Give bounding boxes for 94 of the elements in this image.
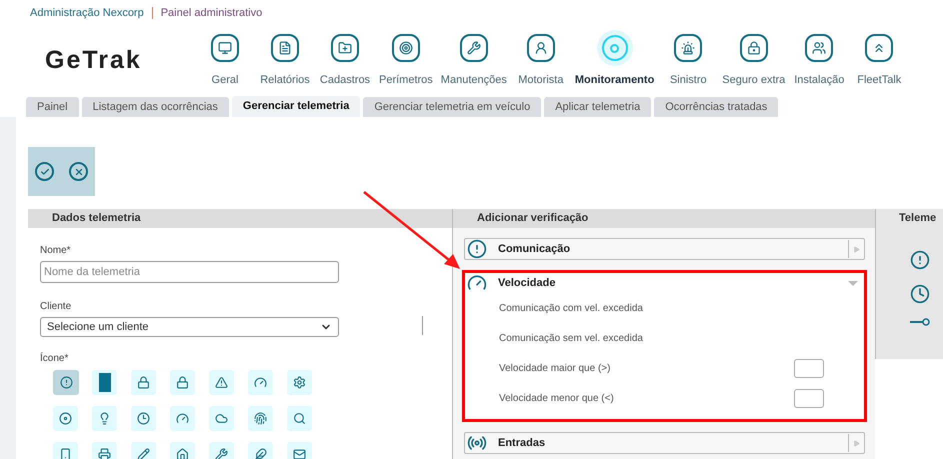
icon-option[interactable] <box>53 370 79 395</box>
nav-item[interactable]: Perímetros <box>375 30 437 88</box>
nav-item[interactable]: Sinistro <box>658 30 718 88</box>
icon-option[interactable] <box>209 406 234 431</box>
symbol-icon <box>176 448 189 459</box>
nav-item[interactable]: Manutenções <box>436 30 511 88</box>
caret-icon <box>853 440 860 446</box>
nav-icon <box>865 34 894 62</box>
check-icon <box>40 166 50 176</box>
nav-icon <box>460 34 488 62</box>
nav-icon <box>211 34 239 62</box>
field-label: Nome* <box>40 244 72 258</box>
icon-option[interactable] <box>287 406 312 431</box>
nav-item[interactable]: Geral <box>195 30 255 88</box>
icon-option[interactable] <box>209 370 234 395</box>
tab[interactable]: Gerenciar telemetria <box>232 96 360 117</box>
symbol-icon <box>176 376 189 389</box>
symbol-icon <box>254 376 267 389</box>
symbol-icon <box>293 448 306 459</box>
panel-title: Teleme <box>899 211 936 226</box>
name-field[interactable]: Nome da telemetria <box>40 261 339 283</box>
field-label: Ícone* <box>40 351 70 366</box>
alert-icon <box>910 250 930 270</box>
icon-option[interactable] <box>92 406 117 431</box>
caret-icon <box>848 280 858 286</box>
nav-item[interactable]: Cadastros <box>315 30 375 88</box>
tab[interactable]: Listagem das ocorrências <box>82 97 229 117</box>
symbol-icon <box>59 448 72 459</box>
ring-icon <box>602 35 628 61</box>
close-icon <box>74 166 84 176</box>
icon-option[interactable] <box>248 370 273 395</box>
nav-icon <box>271 34 299 62</box>
speed-field[interactable] <box>794 358 824 378</box>
check-option[interactable]: Comunicação com vel. excedida <box>499 300 643 316</box>
nav-icon <box>526 34 555 62</box>
check-option[interactable]: Comunicação sem vel. excedida <box>499 330 643 346</box>
cancel-button[interactable] <box>69 162 88 181</box>
tab[interactable]: Aplicar telemetria <box>544 97 652 117</box>
accordion-header[interactable]: Comunicação <box>465 239 864 259</box>
tab[interactable]: Ocorrências tratadas <box>654 97 778 117</box>
symbol-icon <box>98 448 111 459</box>
breadcrumb-current: Painel administrativo <box>160 6 262 21</box>
nav-icon <box>740 34 768 62</box>
nav-icon <box>331 34 359 62</box>
icon-option[interactable] <box>92 370 117 395</box>
symbol-icon <box>215 448 228 459</box>
symbol-icon <box>215 376 228 389</box>
nav-item[interactable]: FleetTalk <box>849 30 910 88</box>
symbol-icon <box>254 448 267 459</box>
tab[interactable]: Gerenciar telemetria em veículo <box>363 97 542 117</box>
accordion-header[interactable]: Velocidade <box>465 273 864 293</box>
breadcrumb-link[interactable]: Administração Nexcorp <box>30 4 144 22</box>
nav-item[interactable]: Relatórios <box>255 30 315 88</box>
icon-option[interactable] <box>287 370 312 395</box>
symbol-icon <box>98 412 111 425</box>
nav-icon <box>392 34 420 62</box>
symbol-icon <box>137 448 150 459</box>
symbol-icon <box>60 376 72 389</box>
nav-item[interactable]: Seguro extra <box>718 30 790 88</box>
section-header: Dados telemetria <box>28 209 452 228</box>
icon-option[interactable] <box>131 370 156 395</box>
tab[interactable]: Painel <box>26 97 79 117</box>
accordion-header[interactable]: Entradas <box>465 433 864 453</box>
logo: GeTrak <box>45 46 142 74</box>
icon-option[interactable] <box>53 406 78 431</box>
symbol-icon <box>254 412 267 425</box>
slider-icon <box>910 318 930 326</box>
symbol-icon <box>293 412 306 425</box>
speed-field[interactable] <box>794 388 824 408</box>
symbol-icon <box>59 412 72 425</box>
nav-item[interactable]: Instalação <box>789 30 850 88</box>
nav-icon <box>805 34 834 62</box>
symbol-icon <box>137 412 150 425</box>
block-icon <box>98 373 110 392</box>
confirm-button[interactable] <box>35 162 54 181</box>
icon-option[interactable] <box>131 406 156 431</box>
caret-icon <box>853 246 860 252</box>
symbol-icon <box>176 412 189 425</box>
check-option[interactable]: Velocidade maior que (>) <box>499 360 610 376</box>
clock-icon <box>910 284 930 304</box>
nav-item[interactable]: Motorista <box>510 30 571 88</box>
symbol-icon <box>293 376 306 389</box>
field-label: Cliente <box>40 300 72 314</box>
icon-option[interactable] <box>248 406 273 431</box>
icon-option[interactable] <box>170 370 195 395</box>
nav-icon <box>674 34 702 62</box>
nav-item[interactable]: Monitoramento <box>570 30 658 88</box>
icon-option[interactable] <box>170 406 195 431</box>
section-icon <box>467 239 487 259</box>
symbol-icon <box>215 412 228 425</box>
symbol-icon <box>137 376 150 389</box>
section-header: Adicionar verificação <box>453 209 875 228</box>
client-select[interactable]: Selecione um cliente <box>40 317 339 337</box>
check-option[interactable]: Velocidade menor que (<) <box>499 390 614 406</box>
